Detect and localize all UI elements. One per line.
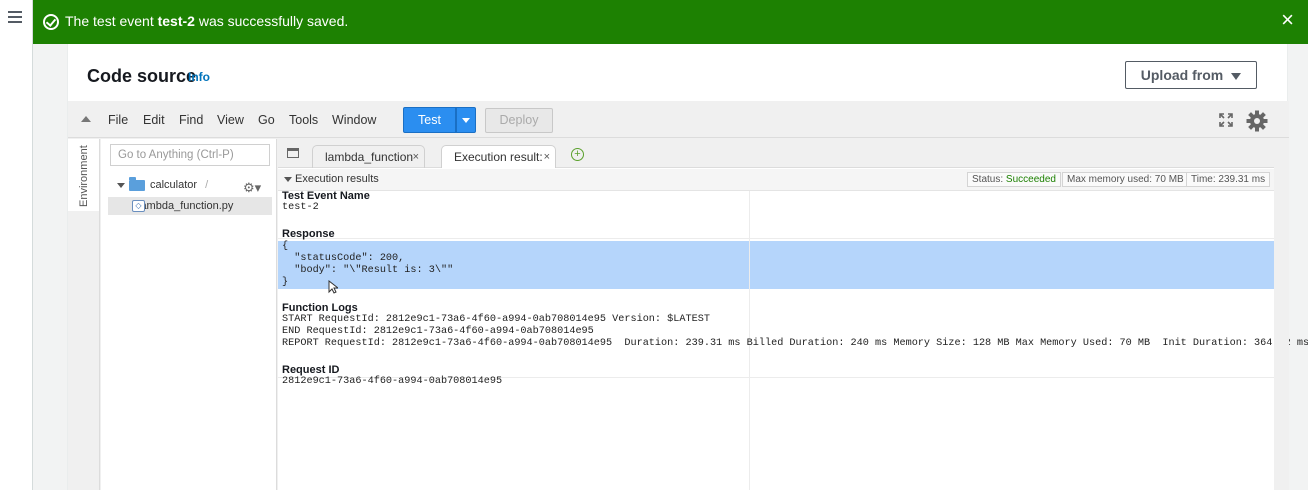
close-tab-icon[interactable]: × <box>544 146 550 168</box>
upload-from-button[interactable]: Upload from <box>1125 61 1257 89</box>
hamburger-menu-icon[interactable] <box>8 11 22 26</box>
execution-results-title: Execution results <box>295 173 379 185</box>
page-title: Code source <box>87 66 197 86</box>
response-line: } <box>282 277 289 288</box>
close-tab-icon[interactable]: × <box>413 146 419 168</box>
tree-settings-gear-icon[interactable]: ⚙▾ <box>243 180 261 196</box>
divider <box>278 238 1274 239</box>
notification-prefix: The test event <box>65 13 158 29</box>
folder-icon <box>129 176 145 191</box>
fullscreen-icon[interactable] <box>1219 113 1233 127</box>
test-button[interactable]: Test <box>403 107 456 133</box>
caret-down-icon <box>1231 72 1242 80</box>
editor-area: lambda_function × Execution result: × + Ex… <box>278 139 1308 490</box>
request-id-value: 2812e9c1-73a6-4f60-a994-0ab708014e95 <box>282 376 503 387</box>
log-line: END RequestId: 2812e9c1-73a6-4f60-a994-0… <box>282 326 594 337</box>
cloud9-ide: File Edit Find View Go Tools Window Test… <box>68 101 1308 490</box>
execution-results-body: Test Event Name test-2 Response { "statu… <box>278 190 1308 490</box>
request-id-title: Request ID <box>282 364 340 376</box>
close-icon[interactable]: × <box>1281 9 1294 31</box>
tab-list-icon[interactable] <box>287 148 299 158</box>
menu-window[interactable]: Window <box>332 113 376 127</box>
status-value: Succeeded <box>1005 174 1056 185</box>
response-line: { <box>282 241 289 252</box>
test-dropdown-button[interactable] <box>456 107 476 133</box>
file-label: lambda_function.py <box>138 200 234 212</box>
menu-view[interactable]: View <box>217 113 244 127</box>
menu-find[interactable]: Find <box>179 113 203 127</box>
test-event-title: Test Event Name <box>282 190 370 202</box>
deploy-button[interactable]: Deploy <box>485 108 553 133</box>
mouse-cursor-icon <box>328 280 338 294</box>
tab-lambda-function[interactable]: lambda_function × <box>312 145 425 168</box>
tab-label: Execution result: <box>454 150 543 164</box>
upload-from-label: Upload from <box>1140 67 1224 83</box>
time-badge: Time: 239.31 ms <box>1186 172 1271 187</box>
response-title: Response <box>282 228 335 240</box>
notification-message: The test event test-2 was successfully s… <box>65 13 348 29</box>
log-line: START RequestId: 2812e9c1-73a6-4f60-a994… <box>282 314 710 325</box>
collapse-triangle-icon[interactable] <box>284 177 292 182</box>
code-source-panel: Code source Info Upload from File Edit F… <box>67 44 1308 490</box>
tab-label: lambda_function <box>325 150 414 164</box>
status-label: Status: <box>972 174 1006 185</box>
editor-tabbar: lambda_function × Execution result: × + <box>278 139 1274 168</box>
test-event-name: test-2 <box>282 202 319 213</box>
tab-execution-results[interactable]: Execution result: × <box>441 145 556 168</box>
gear-icon[interactable] <box>1246 110 1268 132</box>
memory-badge: Max memory used: 70 MB <box>1062 172 1189 187</box>
goto-anything-input[interactable]: Go to Anything (Ctrl-P) <box>110 144 270 166</box>
status-badge: Status: Succeeded <box>967 172 1061 187</box>
menu-edit[interactable]: Edit <box>143 113 165 127</box>
menu-tools[interactable]: Tools <box>289 113 318 127</box>
function-logs-title: Function Logs <box>282 302 358 314</box>
file-tree: Go to Anything (Ctrl-P) calculator / ⚙▾ l… <box>101 139 277 490</box>
menu-go[interactable]: Go <box>258 113 275 127</box>
left-nav-rail <box>0 0 33 490</box>
tree-folder-calculator[interactable]: calculator / <box>117 176 209 191</box>
collapse-menu-icon[interactable] <box>81 116 91 122</box>
notification-event-name: test-2 <box>157 13 195 29</box>
execution-results-header: Execution results Status: Succeeded Max … <box>278 169 1274 191</box>
add-tab-icon[interactable]: + <box>571 148 584 161</box>
python-file-icon: ◇ <box>132 200 145 212</box>
response-line: "body": "\"Result is: 3\"" <box>282 265 454 276</box>
environment-label: Environment <box>78 145 90 207</box>
response-line: "statusCode": 200, <box>282 253 405 264</box>
notification-suffix: was successfully saved. <box>194 13 349 29</box>
chevron-down-icon <box>117 182 125 188</box>
folder-label: calculator <box>150 179 198 191</box>
ide-menubar: File Edit Find View Go Tools Window Test… <box>68 101 1289 138</box>
check-circle-icon <box>43 14 59 30</box>
info-link[interactable]: Info <box>188 70 210 84</box>
folder-separator: / <box>205 179 209 191</box>
menu-file[interactable]: File <box>108 113 128 127</box>
log-line: REPORT RequestId: 2812e9c1-73a6-4f60-a99… <box>282 338 1308 349</box>
editor-right-gutter <box>1274 139 1289 490</box>
success-notification: The test event test-2 was successfully s… <box>33 0 1308 44</box>
